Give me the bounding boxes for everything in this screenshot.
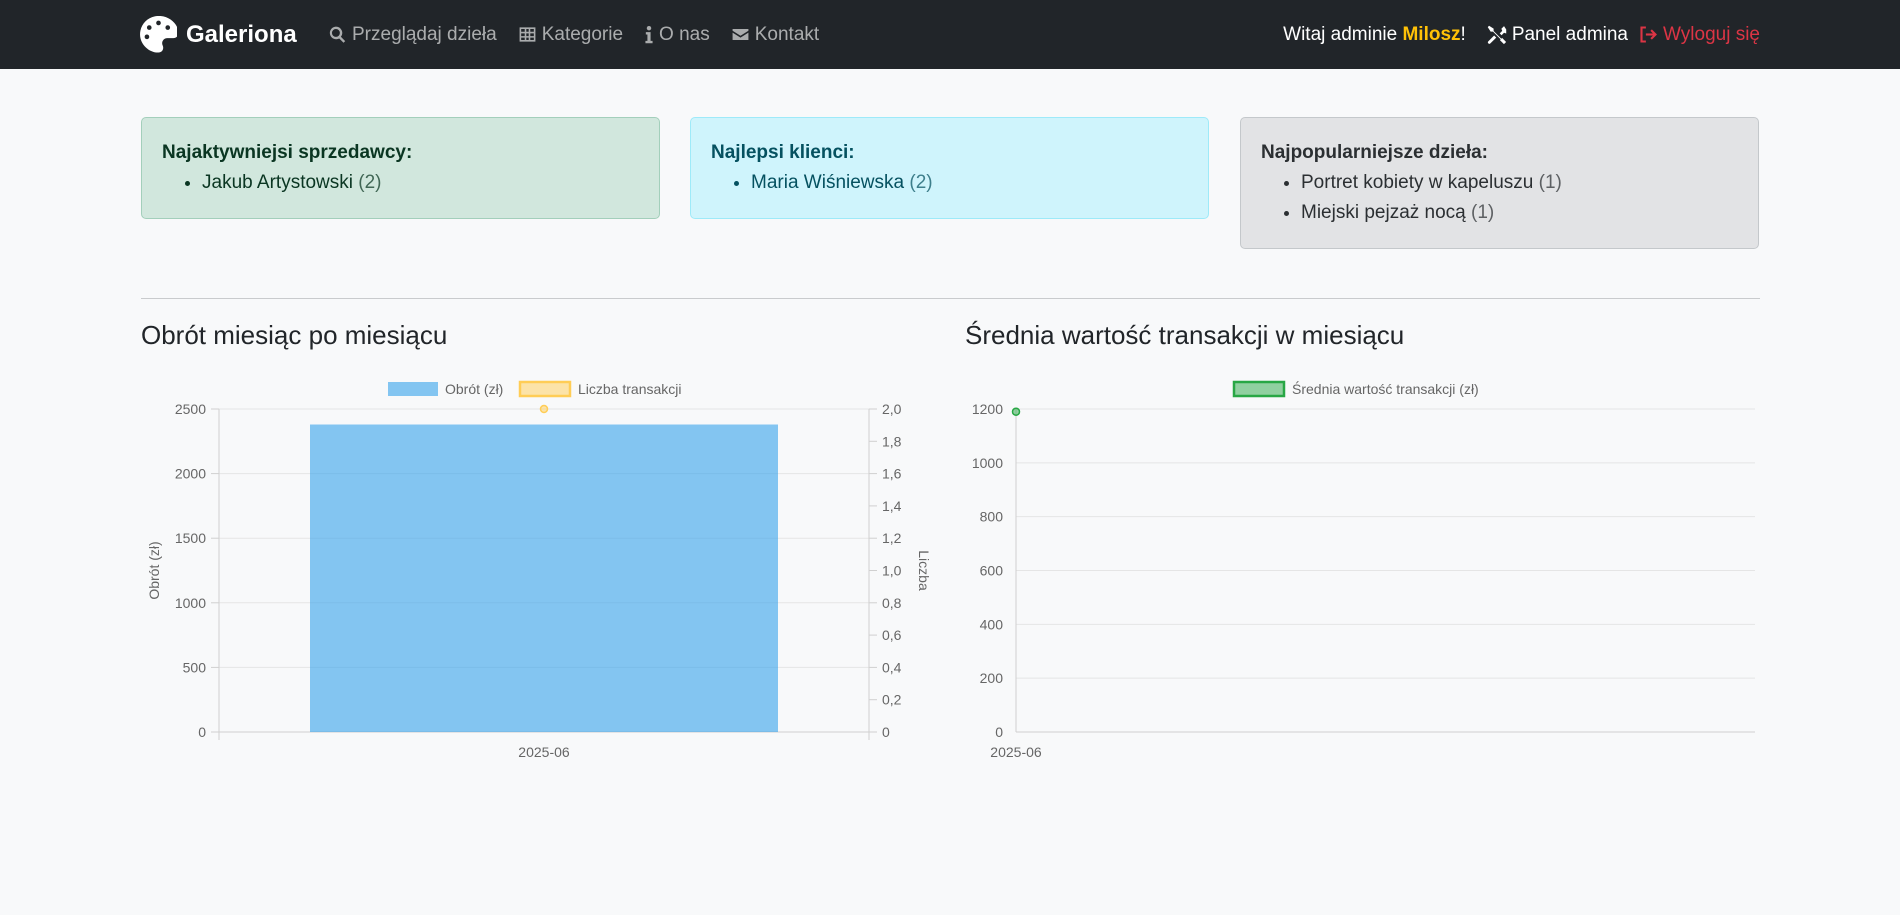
y-tick-label: 0 <box>995 724 1003 740</box>
legend-swatch-avg <box>1232 380 1286 398</box>
revenue-chart: 0 500 1000 1500 2000 2500 0 0,2 0,4 0,6 0,8 1,0 1,2 1… <box>146 380 932 760</box>
list-item: Portret kobiety w kapeluszu (1) <box>1301 168 1738 198</box>
top-sellers-card: Najaktywniejsi sprzedawcy: Jakub Artysto… <box>141 117 660 219</box>
y-tick-label: 500 <box>183 659 207 675</box>
nav-about[interactable]: O nas <box>644 24 710 46</box>
artwork-count: (1) <box>1471 202 1495 223</box>
legend-label-transactions: Liczba transakcji <box>578 381 682 397</box>
y2-tick-label: 1,4 <box>882 498 902 514</box>
y-tick-label: 400 <box>980 616 1004 632</box>
admin-panel-label: Panel admina <box>1511 23 1629 45</box>
y-axis-title: Obrót (zł) <box>146 541 162 599</box>
grid-icon <box>519 27 536 42</box>
envelope-icon <box>732 28 749 41</box>
y2-tick-label: 0,4 <box>882 659 902 675</box>
legend-label-avg: Średnia wartość transakcji (zł) <box>1292 380 1479 397</box>
y2-tick-label: 1,0 <box>882 563 902 579</box>
artwork-name: Portret kobiety w kapeluszu <box>1301 172 1534 193</box>
logout-link[interactable]: Wyloguj się <box>1638 24 1760 46</box>
username: Milosz <box>1402 23 1461 45</box>
y2-tick-label: 1,2 <box>882 530 902 546</box>
transactions-point <box>539 404 549 414</box>
top-sellers-title: Najaktywniejsi sprzedawcy: <box>162 142 413 163</box>
popular-artworks-card: Najpopularniejsze dzieła: Portret kobiet… <box>1240 117 1759 249</box>
y2-tick-label: 1,8 <box>882 433 902 449</box>
nav-links: Przeglądaj dzieła Kategorie O nas Kontak… <box>328 0 840 69</box>
y-tick-label: 800 <box>980 509 1004 525</box>
top-clients-list: Maria Wiśniewska (2) <box>711 168 1188 198</box>
legend-swatch-revenue <box>388 382 438 396</box>
y2-tick-label: 0,6 <box>882 627 902 643</box>
popular-artworks-list: Portret kobiety w kapeluszu (1) Miejski … <box>1261 168 1738 228</box>
avg-transaction-point <box>1011 407 1021 416</box>
sign-out-icon <box>1640 26 1658 43</box>
list-item: Miejski pejzaż nocą (1) <box>1301 198 1738 228</box>
top-clients-card: Najlepsi klienci: Maria Wiśniewska (2) <box>690 117 1209 219</box>
nav-contact[interactable]: Kontakt <box>731 24 819 46</box>
list-item: Jakub Artystowski (2) <box>202 168 639 198</box>
nav-about-label: O nas <box>659 23 710 45</box>
nav-browse-label: Przeglądaj dzieła <box>352 23 497 45</box>
artwork-name: Miejski pejzaż nocą <box>1301 202 1466 223</box>
brand-name: Galeriona <box>186 20 297 48</box>
y-tick-label: 600 <box>980 563 1004 579</box>
x-tick-label: 2025-06 <box>518 744 570 760</box>
navbar: Galeriona Przeglądaj dzieła Kategorie O … <box>0 0 1900 69</box>
welcome-prefix: Witaj adminie <box>1283 23 1403 45</box>
y2-tick-label: 0,8 <box>882 595 902 611</box>
nav-contact-label: Kontakt <box>754 23 820 45</box>
section-divider <box>141 298 1760 299</box>
y-tick-label: 0 <box>198 724 206 740</box>
tools-icon <box>1487 25 1507 45</box>
avg-chart-title: Średnia wartość transakcji w miesiącu <box>965 320 1405 350</box>
welcome-text: Witaj adminie Milosz! <box>1283 24 1466 46</box>
popular-artworks-title: Najpopularniejsze dzieła: <box>1261 142 1488 163</box>
y-tick-label: 1000 <box>175 595 206 611</box>
seller-name: Jakub Artystowski <box>202 172 353 193</box>
y-tick-label: 1500 <box>175 530 206 546</box>
y-tick-label: 1200 <box>972 401 1003 417</box>
top-clients-title: Najlepsi klienci: <box>711 142 855 163</box>
palette-icon <box>140 16 177 53</box>
nav-user-area: Witaj adminie Milosz! Panel admina Wylog… <box>1283 0 1760 69</box>
welcome-suffix: ! <box>1460 23 1466 45</box>
client-count: (2) <box>909 172 933 193</box>
client-name: Maria Wiśniewska <box>751 172 905 193</box>
artwork-count: (1) <box>1538 172 1562 193</box>
legend-swatch-transactions <box>518 380 572 398</box>
list-item: Maria Wiśniewska (2) <box>751 168 1188 198</box>
y2-tick-label: 1,6 <box>882 466 902 482</box>
y2-axis-title: Liczba <box>916 550 932 591</box>
y2-tick-label: 0 <box>882 724 890 740</box>
y-tick-label: 2000 <box>175 466 206 482</box>
y-tick-label: 2500 <box>175 401 206 417</box>
info-icon <box>645 25 653 44</box>
y-tick-label: 200 <box>980 670 1004 686</box>
y-tick-label: 1000 <box>972 455 1003 471</box>
nav-browse-artworks[interactable]: Przeglądaj dzieła <box>328 24 497 46</box>
y2-tick-label: 0,2 <box>882 692 902 708</box>
brand-link[interactable]: Galeriona <box>140 16 297 53</box>
nav-categories[interactable]: Kategorie <box>518 24 623 46</box>
nav-categories-label: Kategorie <box>541 23 624 45</box>
y2-tick-label: 2,0 <box>882 401 902 417</box>
search-icon <box>329 26 346 43</box>
legend-label-revenue: Obrót (zł) <box>445 381 503 397</box>
logout-label: Wyloguj się <box>1663 23 1760 45</box>
revenue-bar <box>310 424 778 732</box>
top-sellers-list: Jakub Artystowski (2) <box>162 168 639 198</box>
x-tick-label: 2025-06 <box>990 744 1042 760</box>
avg-transaction-chart: 0 200 400 600 800 1000 1200 2025-06 Średnia wart… <box>972 380 1755 760</box>
seller-count: (2) <box>358 172 382 193</box>
admin-panel-link[interactable]: Panel admina <box>1486 24 1628 46</box>
revenue-chart-title: Obrót miesiąc po miesiącu <box>141 320 448 350</box>
